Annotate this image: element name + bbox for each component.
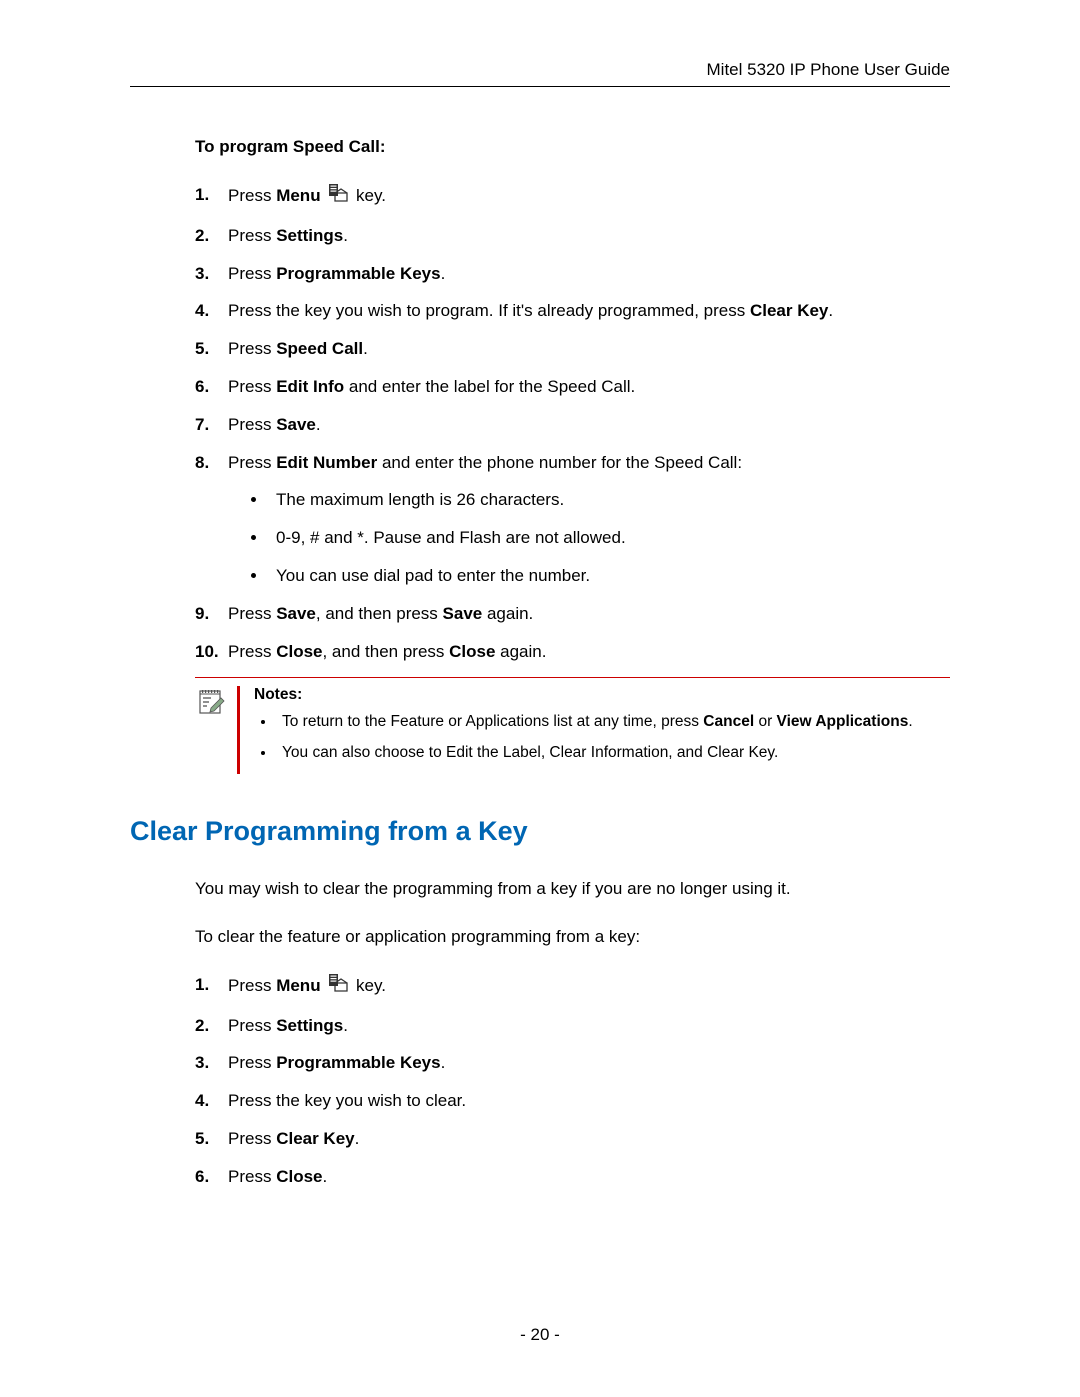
steps-list-speed-call: 1. Press Menu key. 2. Press Settings. 3.… bbox=[195, 183, 950, 663]
steps-list-clear-key: 1. Press Menu key. 2. Press Settings. 3.… bbox=[195, 973, 950, 1189]
text: again. bbox=[482, 604, 533, 623]
text-bold: Menu bbox=[276, 186, 320, 205]
paragraph: You may wish to clear the programming fr… bbox=[195, 877, 950, 901]
text: . bbox=[441, 264, 446, 283]
text: Press bbox=[228, 453, 276, 472]
text: . bbox=[322, 1167, 327, 1186]
text: . bbox=[343, 226, 348, 245]
text-bold: Settings bbox=[276, 1016, 343, 1035]
text: Press bbox=[228, 415, 276, 434]
step-item: 6. Press Close. bbox=[195, 1165, 950, 1189]
step-item: 3. Press Programmable Keys. bbox=[195, 1051, 950, 1075]
text-bold: Close bbox=[449, 642, 495, 661]
sub-bullet-item: 0-9, # and *. Pause and Flash are not al… bbox=[268, 526, 950, 550]
note-item: To return to the Feature or Applications… bbox=[276, 712, 950, 733]
notes-content: Notes: To return to the Feature or Appli… bbox=[240, 686, 950, 774]
text: and enter the phone number for the Speed… bbox=[377, 453, 742, 472]
text: Press bbox=[228, 1016, 276, 1035]
sub-bullet-item: You can use dial pad to enter the number… bbox=[268, 564, 950, 588]
step-item: 9. Press Save, and then press Save again… bbox=[195, 602, 950, 626]
step-item: 2. Press Settings. bbox=[195, 224, 950, 248]
text-bold: Programmable Keys bbox=[276, 264, 440, 283]
sub-bullet-list: The maximum length is 26 characters. 0-9… bbox=[268, 488, 950, 587]
notes-box: Notes: To return to the Feature or Appli… bbox=[195, 677, 950, 774]
page-number: - 20 - bbox=[0, 1325, 1080, 1345]
text-bold: Save bbox=[276, 604, 316, 623]
text: Press bbox=[228, 339, 276, 358]
page-header-title: Mitel 5320 IP Phone User Guide bbox=[130, 60, 950, 87]
heading-clear-programming: Clear Programming from a Key bbox=[130, 816, 950, 847]
step-item: 1. Press Menu key. bbox=[195, 183, 950, 210]
step-item: 3. Press Programmable Keys. bbox=[195, 262, 950, 286]
menu-icon bbox=[327, 973, 349, 1000]
text-bold: Save bbox=[443, 604, 483, 623]
text: Press bbox=[228, 642, 276, 661]
text: and enter the label for the Speed Call. bbox=[344, 377, 635, 396]
text: . bbox=[828, 301, 833, 320]
text-bold: Cancel bbox=[703, 713, 754, 730]
notes-list: To return to the Feature or Applications… bbox=[276, 712, 950, 764]
text-bold: Close bbox=[276, 642, 322, 661]
step-item: 5. Press Clear Key. bbox=[195, 1127, 950, 1151]
paragraph: To clear the feature or application prog… bbox=[195, 925, 950, 949]
text-bold: Clear Key bbox=[750, 301, 828, 320]
text: Press bbox=[228, 186, 276, 205]
text-bold: Settings bbox=[276, 226, 343, 245]
step-item: 4. Press the key you wish to program. If… bbox=[195, 299, 950, 323]
step-item: 4. Press the key you wish to clear. bbox=[195, 1089, 950, 1113]
text-bold: Save bbox=[276, 415, 316, 434]
text: , and then press bbox=[316, 604, 443, 623]
text-bold: Edit Info bbox=[276, 377, 344, 396]
text: Press bbox=[228, 264, 276, 283]
text: key. bbox=[356, 976, 386, 995]
text-bold: Programmable Keys bbox=[276, 1053, 440, 1072]
notes-label: Notes: bbox=[254, 686, 950, 704]
text: . bbox=[363, 339, 368, 358]
step-item: 7. Press Save. bbox=[195, 413, 950, 437]
step-item: 10. Press Close, and then press Close ag… bbox=[195, 640, 950, 664]
text: . bbox=[441, 1053, 446, 1072]
text: To return to the Feature or Applications… bbox=[282, 713, 703, 730]
note-icon bbox=[197, 688, 225, 721]
sub-bullet-item: The maximum length is 26 characters. bbox=[268, 488, 950, 512]
step-item: 2. Press Settings. bbox=[195, 1014, 950, 1038]
text-bold: Close bbox=[276, 1167, 322, 1186]
text: . bbox=[343, 1016, 348, 1035]
step-item: 6. Press Edit Info and enter the label f… bbox=[195, 375, 950, 399]
text: again. bbox=[495, 642, 546, 661]
text: Press bbox=[228, 976, 276, 995]
text: Press the key you wish to clear. bbox=[228, 1091, 466, 1110]
text: key. bbox=[356, 186, 386, 205]
text-bold: Clear Key bbox=[276, 1129, 354, 1148]
text: . bbox=[316, 415, 321, 434]
text-bold: Menu bbox=[276, 976, 320, 995]
text: Press bbox=[228, 604, 276, 623]
step-item: 8. Press Edit Number and enter the phone… bbox=[195, 451, 950, 588]
text: . bbox=[355, 1129, 360, 1148]
step-item: 1. Press Menu key. bbox=[195, 973, 950, 1000]
text-bold: Speed Call bbox=[276, 339, 363, 358]
text-bold: View Applications bbox=[777, 713, 909, 730]
notes-icon-column bbox=[195, 686, 240, 774]
document-page: Mitel 5320 IP Phone User Guide To progra… bbox=[0, 0, 1080, 1397]
section-title-speed-call: To program Speed Call: bbox=[195, 137, 950, 157]
text: Press bbox=[228, 1053, 276, 1072]
text: Press bbox=[228, 377, 276, 396]
menu-icon bbox=[327, 183, 349, 210]
text: Press bbox=[228, 1129, 276, 1148]
text: or bbox=[754, 713, 776, 730]
text: , and then press bbox=[322, 642, 449, 661]
step-item: 5. Press Speed Call. bbox=[195, 337, 950, 361]
text: . bbox=[908, 713, 912, 730]
text: Press the key you wish to program. If it… bbox=[228, 301, 750, 320]
text-bold: Edit Number bbox=[276, 453, 377, 472]
text: Press bbox=[228, 1167, 276, 1186]
text: Press bbox=[228, 226, 276, 245]
note-item: You can also choose to Edit the Label, C… bbox=[276, 743, 950, 764]
